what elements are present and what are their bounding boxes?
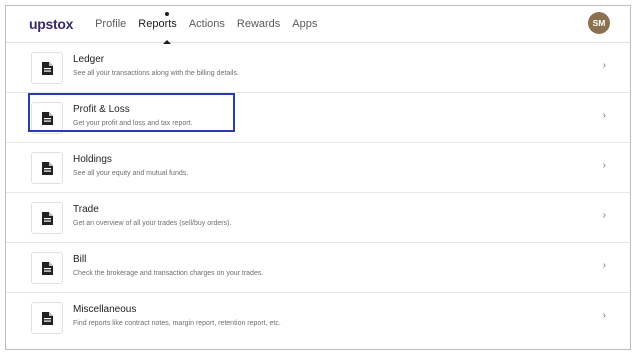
document-icon <box>31 202 63 234</box>
report-description: See all your equity and mutual funds. <box>73 170 189 177</box>
chevron-right-icon: › <box>602 210 606 221</box>
document-icon <box>31 252 63 284</box>
report-profit-loss[interactable]: Profit & Loss Get your profit and loss a… <box>6 93 630 143</box>
nav-rewards[interactable]: Rewards <box>237 6 280 42</box>
chevron-right-icon: › <box>602 110 606 121</box>
report-description: See all your transactions along with the… <box>73 70 239 77</box>
report-description: Find reports like contract notes, margin… <box>73 320 281 327</box>
chevron-right-icon: › <box>602 60 606 71</box>
report-title: Profit & Loss <box>73 104 130 115</box>
report-title: Ledger <box>73 54 105 65</box>
top-navbar: upstox Profile Reports Actions Rewards A… <box>6 6 630 44</box>
chevron-right-icon: › <box>602 160 606 171</box>
report-title: Miscellaneous <box>73 304 137 315</box>
report-title: Bill <box>73 254 87 265</box>
report-bill[interactable]: Bill Check the brokerage and transaction… <box>6 243 630 293</box>
report-description: Check the brokerage and transaction char… <box>73 270 264 277</box>
user-avatar[interactable]: SM <box>588 12 610 34</box>
upstox-logo[interactable]: upstox <box>29 16 73 32</box>
nav-actions[interactable]: Actions <box>189 6 225 42</box>
report-title: Holdings <box>73 154 112 165</box>
reports-list: Ledger See all your transactions along w… <box>6 43 630 342</box>
main-nav: Profile Reports Actions Rewards Apps <box>95 6 329 44</box>
nav-reports[interactable]: Reports <box>138 6 177 44</box>
report-title: Trade <box>73 204 99 215</box>
report-miscellaneous[interactable]: Miscellaneous Find reports like contract… <box>6 293 630 342</box>
chevron-right-icon: › <box>602 310 606 321</box>
document-icon <box>31 302 63 334</box>
chevron-right-icon: › <box>602 260 606 271</box>
report-trade[interactable]: Trade Get an overview of all your trades… <box>6 193 630 243</box>
document-icon <box>31 102 63 134</box>
report-description: Get your profit and loss and tax report. <box>73 120 193 127</box>
report-ledger[interactable]: Ledger See all your transactions along w… <box>6 43 630 93</box>
nav-apps[interactable]: Apps <box>292 6 317 42</box>
app-window: upstox Profile Reports Actions Rewards A… <box>5 5 631 350</box>
nav-profile[interactable]: Profile <box>95 6 126 42</box>
report-description: Get an overview of all your trades (sell… <box>73 220 232 227</box>
document-icon <box>31 152 63 184</box>
report-holdings[interactable]: Holdings See all your equity and mutual … <box>6 143 630 193</box>
document-icon <box>31 52 63 84</box>
